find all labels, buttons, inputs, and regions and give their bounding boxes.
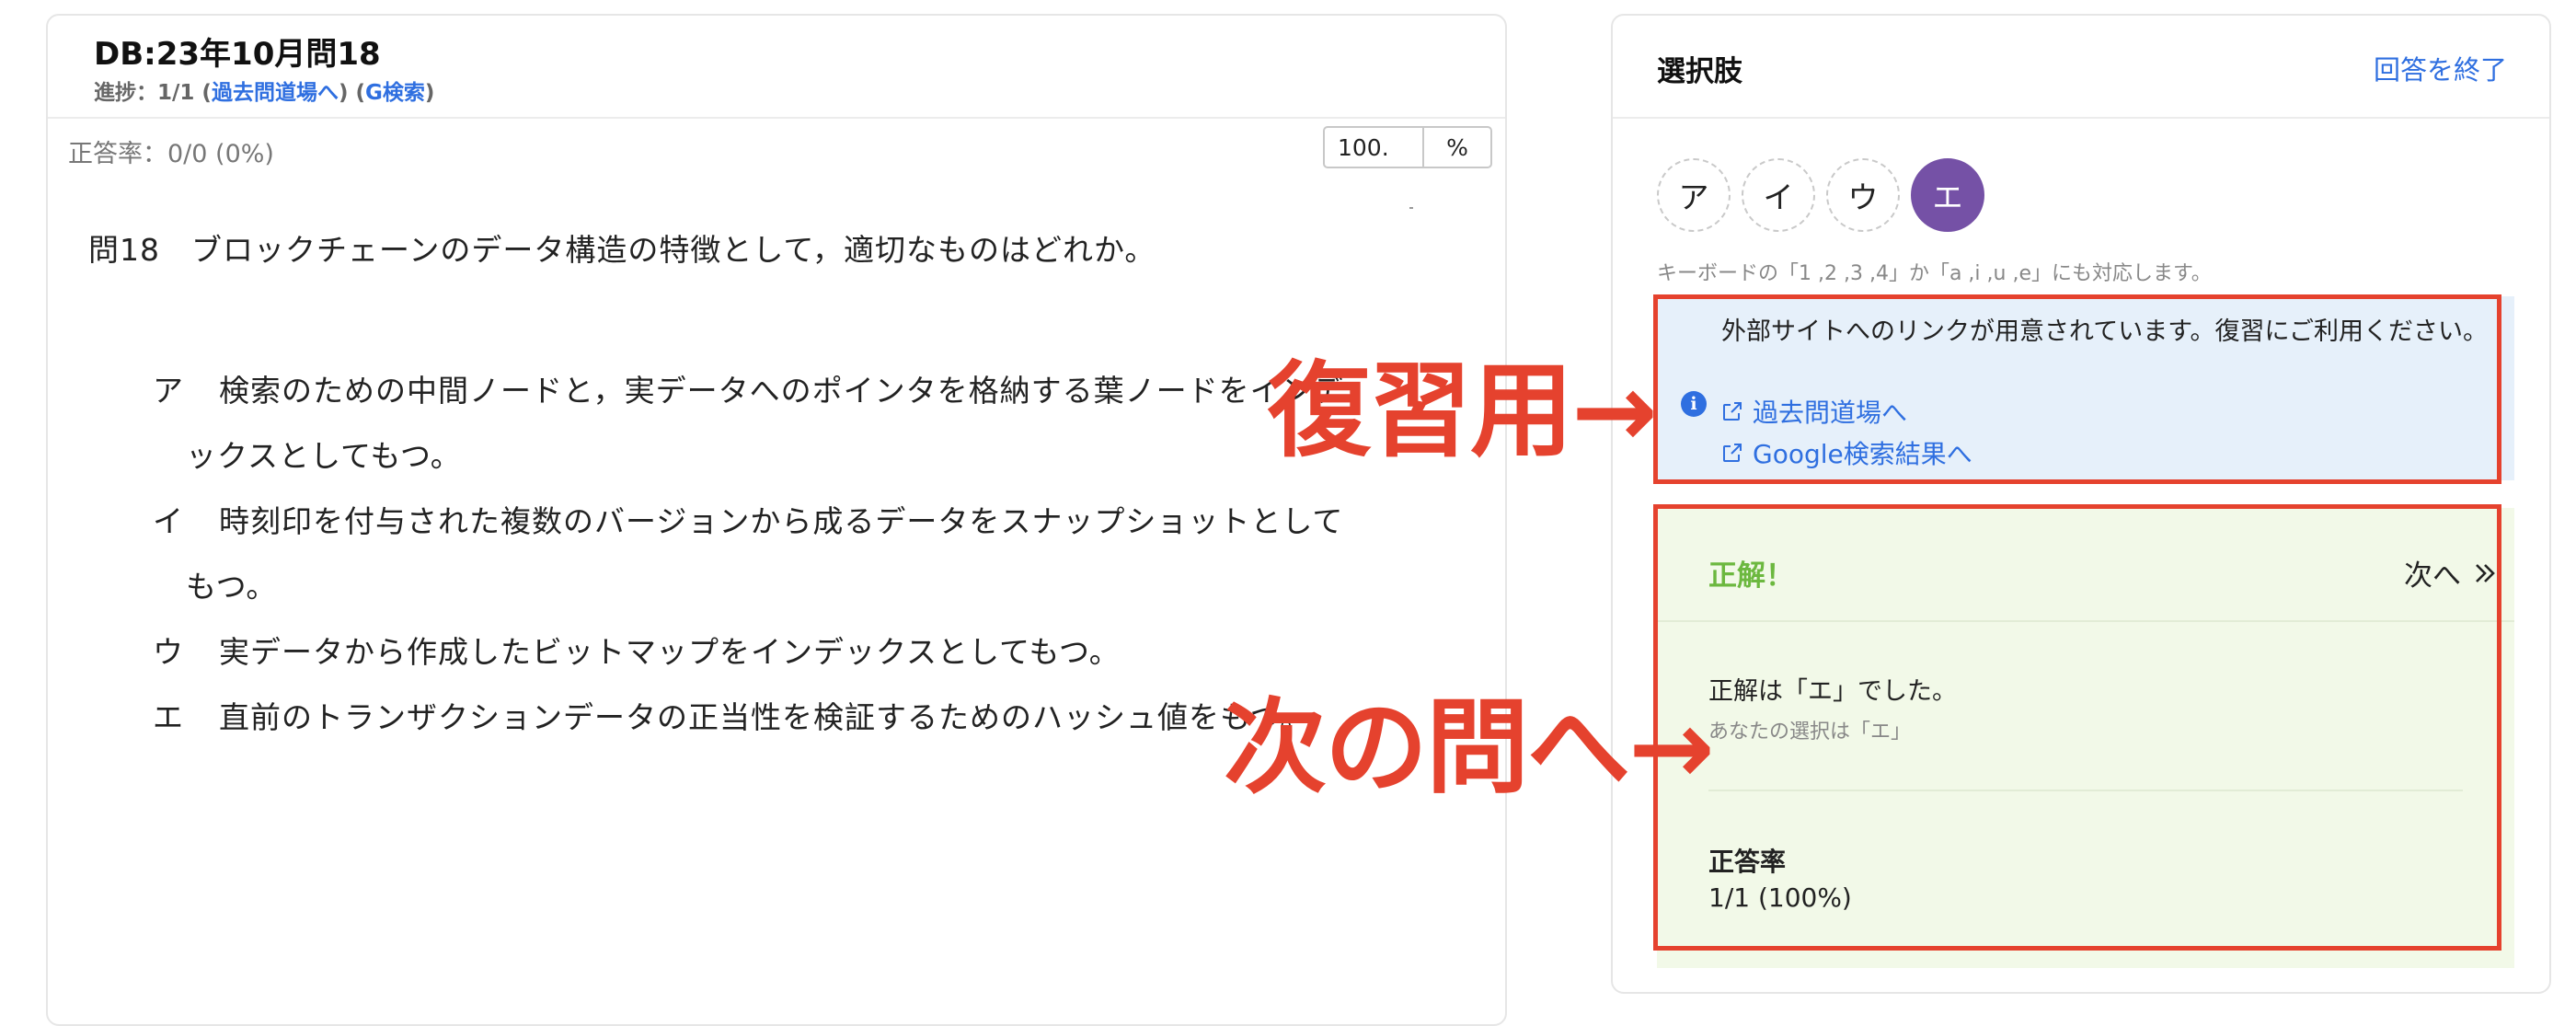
progress-suffix: ) bbox=[424, 81, 435, 105]
decorative-dot bbox=[1409, 207, 1413, 209]
choice-i: イ 時刻印を付与された複数のバージョンから成るデータをスナップショットとして も… bbox=[153, 489, 1468, 619]
choice-button-e[interactable]: エ bbox=[1911, 158, 1984, 232]
next-annotation: 次の問へ→ bbox=[1224, 688, 1715, 808]
review-annotation: 復習用→ bbox=[1268, 352, 1658, 471]
keyboard-hint: キーボードの「1 ,2 ,3 ,4」か「a ,i ,u ,e」にも対応します。 bbox=[1657, 262, 2212, 285]
choice-kana: エ bbox=[153, 699, 184, 735]
question-text: 問18 ブロックチェーンのデータ構造の特徴として，適切なものはどれか。 bbox=[88, 232, 1156, 268]
choice-text-line1: 検索のための中間ノードと，実データへのポインタを格納する葉ノードをインデ bbox=[219, 373, 1344, 409]
answer-header: 選択肢 回答を終了 bbox=[1613, 16, 2549, 119]
zoom-unit: % bbox=[1446, 133, 1468, 161]
question-card: DB:23年10月問18 進捗：1/1 (過去問道場へ) (G検索) 正答率：0… bbox=[46, 14, 1507, 1026]
choice-text-line1: 時刻印を付与された複数のバージョンから成るデータをスナップショットとして bbox=[219, 503, 1344, 539]
question-title: DB:23年10月問18 bbox=[94, 36, 381, 73]
end-answer-link[interactable]: 回答を終了 bbox=[2374, 49, 2507, 87]
choice-kana: ウ bbox=[153, 634, 184, 670]
question-header: DB:23年10月問18 進捗：1/1 (過去問道場へ) (G検索) bbox=[48, 16, 1505, 119]
choice-text-line2: もつ。 bbox=[186, 569, 278, 605]
choice-button-a[interactable]: ア bbox=[1657, 158, 1731, 232]
accuracy-rate: 正答率：0/0 (0%) bbox=[68, 140, 274, 168]
choice-button-u[interactable]: ウ bbox=[1826, 158, 1900, 232]
progress-mid: ) ( bbox=[338, 81, 365, 105]
past-questions-link[interactable]: 過去問道場へ bbox=[212, 81, 339, 105]
zoom-control[interactable]: 100. % bbox=[1323, 126, 1492, 168]
choice-buttons: ア イ ウ エ bbox=[1657, 158, 1984, 232]
next-highlight-frame bbox=[1653, 504, 2501, 951]
google-search-link[interactable]: G検索 bbox=[365, 81, 425, 105]
review-highlight-frame bbox=[1653, 294, 2501, 484]
zoom-input[interactable]: 100. bbox=[1325, 128, 1424, 167]
choice-button-i[interactable]: イ bbox=[1742, 158, 1815, 232]
progress-prefix: 進捗：1/1 ( bbox=[94, 81, 212, 105]
choices-title: 選択肢 bbox=[1657, 55, 1742, 88]
progress-line: 進捗：1/1 (過去問道場へ) (G検索) bbox=[94, 75, 434, 106]
